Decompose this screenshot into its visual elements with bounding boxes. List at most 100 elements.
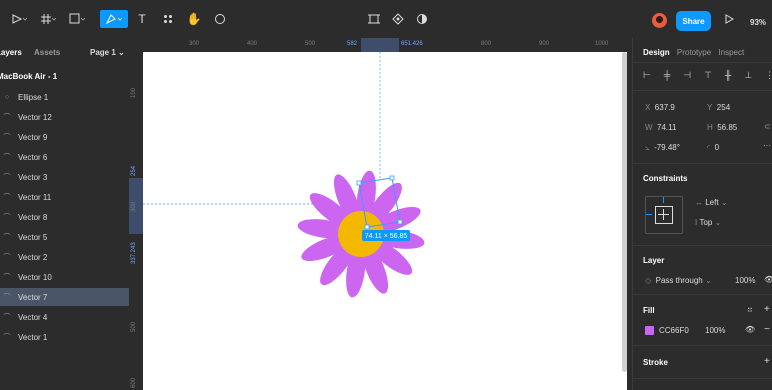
resize-handle[interactable] (356, 180, 362, 186)
tab-assets[interactable]: Assets (34, 48, 60, 57)
top-ruler: 300 400 500 582 651.426 800 900 1000 (129, 38, 627, 53)
resources-tool-button[interactable] (160, 10, 176, 28)
align-center-h-icon[interactable]: ╪ (664, 70, 670, 81)
contrast-button[interactable] (414, 10, 430, 28)
add-fill-icon[interactable]: + (764, 304, 770, 315)
vector-icon: ⌒ (3, 294, 11, 301)
fill-visibility-icon[interactable]: 👁 (745, 325, 755, 334)
chevron-down-icon: ⌄ (714, 218, 722, 227)
chevron-down-icon: ⌄ (118, 48, 125, 57)
text-tool-button[interactable]: T (134, 10, 150, 28)
share-button[interactable]: Share (676, 11, 711, 31)
fill-opacity-input[interactable]: 100% (705, 326, 725, 335)
tab-inspect[interactable]: Inspect (718, 48, 744, 57)
divider (633, 294, 772, 295)
remove-fill-icon[interactable]: − (764, 324, 770, 335)
more-options-icon[interactable]: ··· (763, 141, 771, 150)
layer-item[interactable]: ⌒ Vector 12 (0, 108, 129, 126)
rotation-input[interactable]: -79.48° (654, 143, 680, 152)
frame-tool-button[interactable] (35, 10, 61, 28)
blend-mode-icon: ◇ (645, 276, 652, 285)
w-input[interactable]: 74.11 (657, 123, 676, 132)
ruler-tick: 900 (539, 41, 550, 47)
frame-layer[interactable]: MacBook Air - 1 (0, 72, 57, 81)
x-input[interactable]: 637.9 (655, 103, 675, 112)
page-select[interactable]: Page 1 ⌄ (90, 48, 125, 57)
y-input[interactable]: 254 (717, 103, 730, 112)
ellipse-icon: ○ (4, 93, 10, 101)
layer-item[interactable]: ⌒ Vector 2 (0, 248, 129, 266)
fill-color-swatch[interactable] (645, 326, 654, 335)
align-toolbar: ⊢ ╪ ⊣ ⊤ ╫ ⊥ ⋮ (643, 70, 772, 81)
blend-mode-select[interactable]: Pass through (656, 276, 703, 285)
canvas[interactable]: 74.11 × 56.85 (143, 52, 627, 390)
align-bottom-icon[interactable]: ⊥ (744, 70, 752, 81)
layer-item[interactable]: ⌒ Vector 1 (0, 328, 129, 346)
vertical-scrollbar[interactable] (622, 52, 627, 372)
x-label: X (645, 103, 651, 112)
distribute-icon[interactable]: ⋮ (765, 70, 772, 81)
layer-item[interactable]: ⌒ Vector 3 (0, 168, 129, 186)
ruler-tick: 600 (131, 377, 137, 388)
layer-label: Vector 2 (18, 252, 48, 262)
divider (633, 62, 772, 63)
constraint-widget[interactable] (645, 196, 683, 234)
layer-item[interactable]: ⌒ Vector 6 (0, 148, 129, 166)
ruler-selection-highlight (361, 38, 399, 52)
vector-icon: ⌒ (3, 314, 11, 321)
present-button[interactable] (722, 10, 736, 28)
pen-tool-button[interactable] (100, 10, 128, 28)
layer-item[interactable]: ○ Ellipse 1 (0, 88, 129, 106)
ruler-tick: 100 (131, 87, 137, 98)
layer-item[interactable]: ⌒ Vector 10 (0, 268, 129, 286)
constrain-proportions-icon[interactable]: ⊂ (764, 122, 771, 131)
comment-tool-button[interactable] (212, 10, 228, 28)
constraint-left-active (646, 214, 652, 215)
chevron-down-icon: ⌄ (704, 276, 712, 285)
layer-opacity-input[interactable]: 100% (735, 276, 755, 285)
layer-item[interactable]: ⌒ Vector 5 (0, 228, 129, 246)
move-tool-button[interactable] (6, 10, 32, 28)
frame-grid-button[interactable] (366, 10, 382, 28)
y-label: Y (707, 103, 713, 112)
tab-layers[interactable]: Layers (0, 48, 22, 57)
h-input[interactable]: 56.85 (717, 123, 737, 132)
left-ruler: 100 254 300 337.243 500 600 (129, 52, 144, 390)
vector-icon: ⌒ (3, 334, 11, 341)
resize-handle[interactable] (397, 219, 403, 225)
align-middle-v-icon[interactable]: ╫ (725, 70, 731, 81)
avatar[interactable] (652, 13, 667, 28)
zoom-level[interactable]: 93% (750, 18, 766, 27)
layer-item[interactable]: ⌒ Vector 11 (0, 188, 129, 206)
constraint-h-line (658, 214, 669, 215)
layer-item[interactable]: ⌒ Vector 7 (0, 288, 129, 306)
properties-panel: Design Prototype Inspect ⊢ ╪ ⊣ ⊤ ╫ ⊥ ⋮ X… (632, 38, 772, 390)
avatar-hair-icon (656, 16, 663, 23)
component-button[interactable] (390, 10, 406, 28)
constraint-horizontal-select[interactable]: Left (705, 198, 718, 207)
eye-icon[interactable]: 👁 (764, 275, 772, 284)
tab-prototype[interactable]: Prototype (677, 48, 711, 57)
corner-radius-input[interactable]: 0 (715, 143, 719, 152)
align-top-icon[interactable]: ⊤ (704, 70, 712, 81)
fill-styles-icon[interactable]: ⠶ (747, 305, 753, 314)
canvas-artwork: 74.11 × 56.85 (143, 52, 425, 298)
layer-item[interactable]: ⌒ Vector 9 (0, 128, 129, 146)
page-select-label: Page 1 (90, 48, 116, 57)
align-left-icon[interactable]: ⊢ (643, 70, 651, 81)
tab-design[interactable]: Design (643, 48, 670, 57)
resize-handle[interactable] (389, 175, 395, 181)
resize-handle[interactable] (364, 224, 370, 230)
contrast-icon (417, 14, 427, 24)
layer-item[interactable]: ⌒ Vector 4 (0, 308, 129, 326)
add-stroke-icon[interactable]: + (764, 356, 770, 367)
layer-item[interactable]: ⌒ Vector 8 (0, 208, 129, 226)
layer-label: Vector 12 (18, 112, 52, 122)
hand-tool-button[interactable]: ✋ (186, 10, 202, 28)
align-right-icon[interactable]: ⊣ (683, 70, 691, 81)
shape-tool-button[interactable] (64, 10, 90, 28)
fill-hex-input[interactable]: CC66F0 (659, 326, 689, 335)
constraint-vertical-select[interactable]: Top (699, 218, 712, 227)
frame-grid-icon (368, 14, 380, 24)
vector-icon: ⌒ (3, 134, 11, 141)
